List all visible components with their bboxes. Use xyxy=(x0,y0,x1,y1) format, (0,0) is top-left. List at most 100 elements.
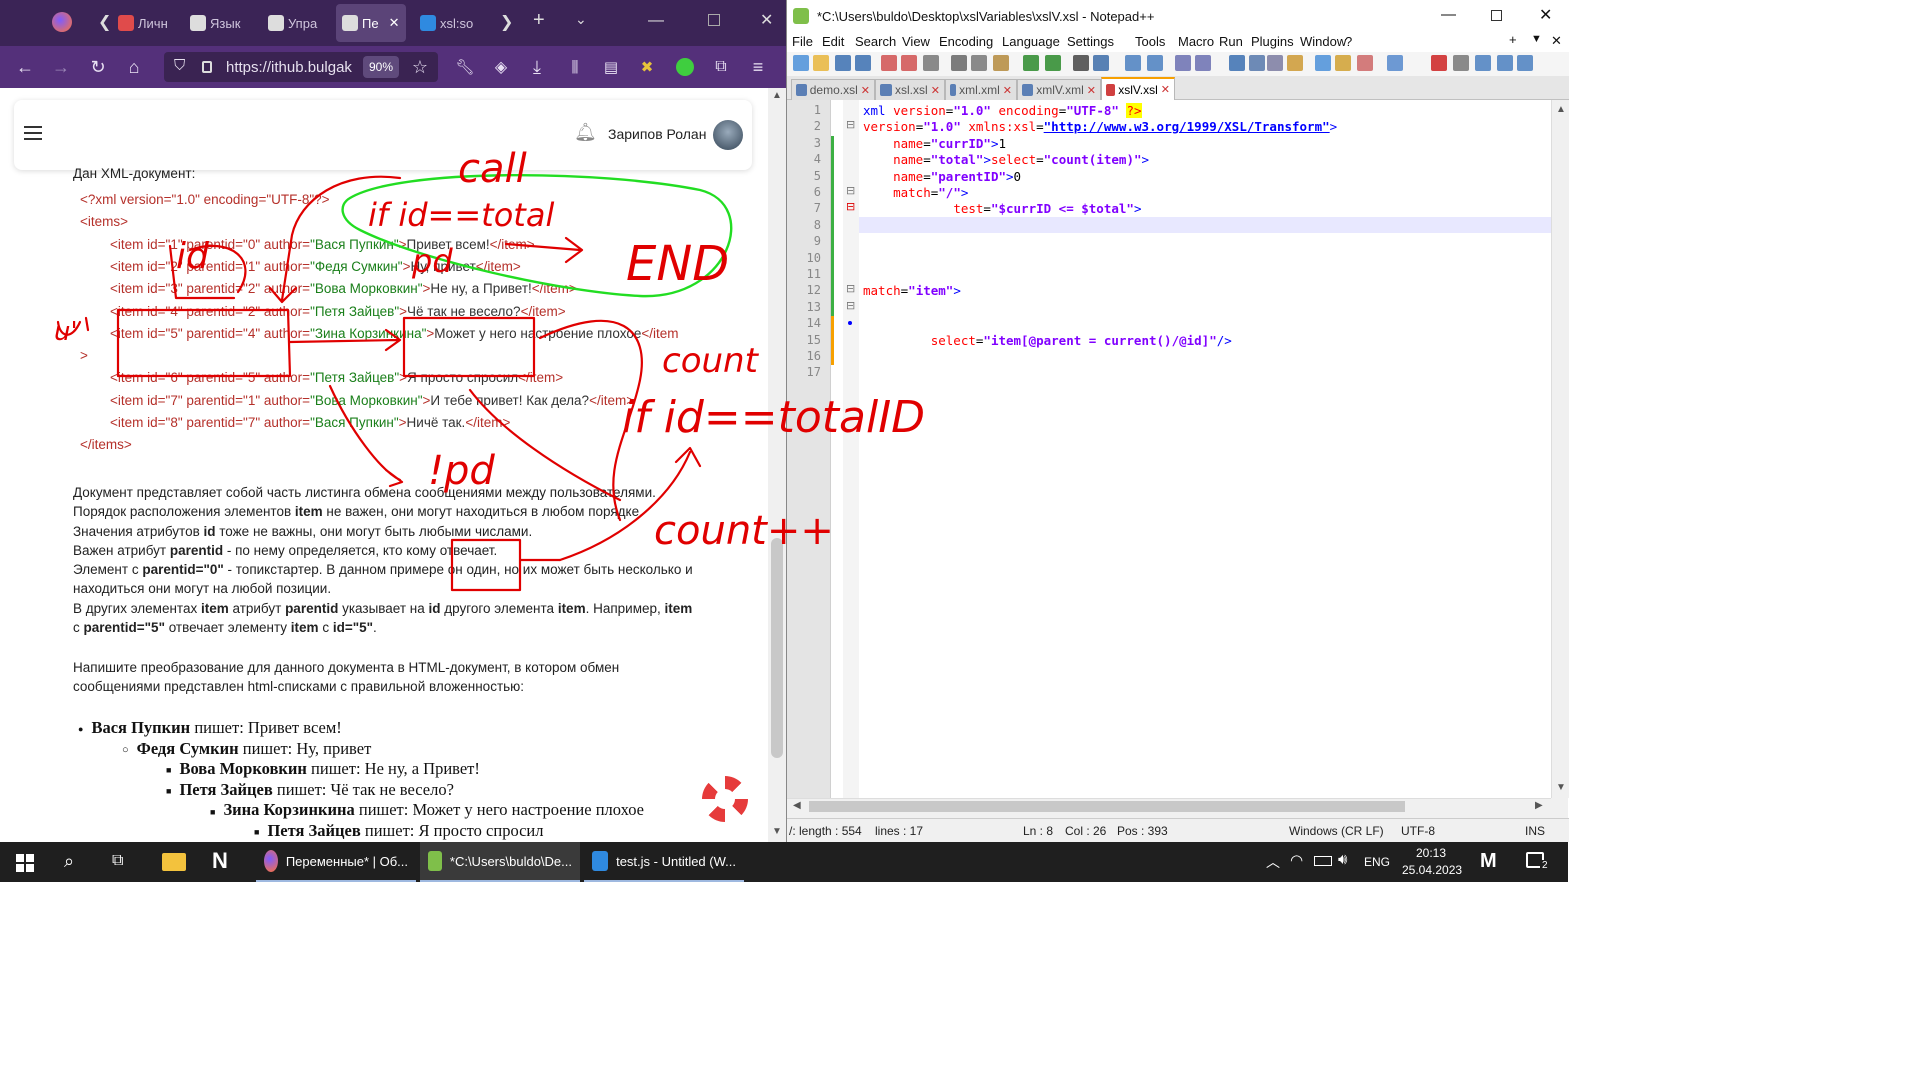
notification-bell-icon[interactable]: 🔔︎ xyxy=(574,122,597,143)
tab-close-icon[interactable]: ✕ xyxy=(861,84,870,97)
avatar[interactable] xyxy=(713,120,743,150)
page-scrollbar[interactable]: ▲ ▼ xyxy=(768,88,786,842)
user-name[interactable]: Зарипов Ролан xyxy=(608,126,706,142)
menu-run[interactable]: Run xyxy=(1219,34,1243,49)
wifi-icon[interactable]: ◠ xyxy=(1290,851,1303,869)
menu-encoding[interactable]: Encoding xyxy=(939,34,993,49)
tab-yazyk[interactable]: Язык xyxy=(184,4,246,42)
volume-icon[interactable]: 🔊︎ xyxy=(1338,851,1347,868)
battery-icon[interactable] xyxy=(1314,856,1332,866)
maximize-icon[interactable] xyxy=(1491,10,1502,21)
file-explorer-icon[interactable] xyxy=(162,853,186,871)
new-file-icon[interactable] xyxy=(793,55,809,71)
extension-icon[interactable]: ✖ xyxy=(634,54,660,80)
play-multi-icon[interactable] xyxy=(1497,55,1513,71)
menu-help[interactable]: ? xyxy=(1345,34,1352,49)
firefox-logo-icon[interactable] xyxy=(52,12,72,32)
close-window-icon[interactable]: ✕ xyxy=(1539,5,1552,25)
menu-file[interactable]: File xyxy=(792,34,813,49)
fold-toggle-icon[interactable]: ⊟ xyxy=(846,282,855,295)
indent-guide-icon[interactable] xyxy=(1267,55,1283,71)
menu-search[interactable]: Search xyxy=(855,34,896,49)
open-file-icon[interactable] xyxy=(813,55,829,71)
fold-toggle-icon[interactable]: ⊟ xyxy=(846,184,855,197)
taskbar-vscode[interactable]: test.js - Untitled (W... xyxy=(584,842,744,882)
extensions-puzzle-icon[interactable]: ⧉ xyxy=(708,54,734,80)
forward-arrow-icon[interactable]: → xyxy=(48,54,74,80)
sync-v-icon[interactable] xyxy=(1175,55,1191,71)
app-menu-icon[interactable]: ≡ xyxy=(745,54,771,80)
udl-icon[interactable] xyxy=(1287,55,1303,71)
undo-icon[interactable] xyxy=(1023,55,1039,71)
app-logo-icon[interactable]: M xyxy=(1480,850,1497,873)
sync-h-icon[interactable] xyxy=(1195,55,1211,71)
tab-close-icon[interactable]: ✕ xyxy=(389,15,400,31)
notion-like-app-icon[interactable]: N xyxy=(212,848,228,874)
scroll-right-arrow-icon[interactable]: ▶ xyxy=(1535,800,1543,811)
tab-xslsort[interactable]: xsl:so xyxy=(414,4,480,42)
menu-tools[interactable]: Tools xyxy=(1135,34,1165,49)
input-language[interactable]: ENG xyxy=(1364,855,1390,869)
taskbar-firefox[interactable]: Переменные* | Об... xyxy=(256,842,416,882)
menu-close-icon[interactable]: ✕ xyxy=(1551,33,1562,49)
scroll-down-arrow-icon[interactable]: ▼ xyxy=(1556,782,1566,793)
menu-add-icon[interactable]: + xyxy=(1509,32,1517,47)
status-encoding[interactable]: UTF-8 xyxy=(1401,824,1435,838)
word-wrap-icon[interactable] xyxy=(1229,55,1245,71)
search-icon[interactable]: ⌕ xyxy=(64,851,74,872)
play-icon[interactable] xyxy=(1475,55,1491,71)
library-icon[interactable]: ⫼ xyxy=(562,54,588,80)
close-icon[interactable] xyxy=(881,55,897,71)
close-all-icon[interactable] xyxy=(901,55,917,71)
task-view-icon[interactable]: ⧉ xyxy=(112,852,123,870)
close-window-icon[interactable]: ✕ xyxy=(760,10,773,30)
home-icon[interactable]: ⌂ xyxy=(121,54,147,80)
replace-icon[interactable] xyxy=(1093,55,1109,71)
scroll-up-arrow-icon[interactable]: ▲ xyxy=(772,90,782,101)
folder-ws-icon[interactable] xyxy=(1357,55,1373,71)
menu-dropdown-icon[interactable]: ▼ xyxy=(1531,33,1542,45)
tab-close-icon[interactable]: ✕ xyxy=(1087,84,1096,97)
horizontal-scroll-thumb[interactable] xyxy=(809,801,1405,812)
doc-tab-xml-xml[interactable]: xml.xml ✕ xyxy=(945,79,1017,100)
menu-language[interactable]: Language xyxy=(1002,34,1060,49)
tracking-shield-icon[interactable]: ⛉ xyxy=(174,57,185,74)
print-icon[interactable] xyxy=(923,55,939,71)
doc-tab-xsl-xsl[interactable]: xsl.xsl ✕ xyxy=(875,79,945,100)
tab-overflow-chevron-icon[interactable]: ⌄ xyxy=(575,11,587,28)
menu-edit[interactable]: Edit xyxy=(822,34,844,49)
hamburger-menu-icon[interactable] xyxy=(24,126,42,140)
tab-list-back-icon[interactable]: ❮ xyxy=(98,12,111,32)
tab-uprav[interactable]: Упра xyxy=(262,4,328,42)
doc-tab-demo-xsl[interactable]: demo.xsl ✕ xyxy=(791,79,875,100)
redo-icon[interactable] xyxy=(1045,55,1061,71)
menu-window[interactable]: Window xyxy=(1300,34,1346,49)
record-icon[interactable] xyxy=(1431,55,1447,71)
minimize-icon[interactable]: — xyxy=(1441,6,1456,23)
stop-icon[interactable] xyxy=(1453,55,1469,71)
func-list-icon[interactable] xyxy=(1335,55,1351,71)
doc-map-icon[interactable] xyxy=(1315,55,1331,71)
code-editor[interactable]: 1 2 3 4 5 6 7 8 9 10 11 12 13 14 15 16 17 ⊟ ⊟ ⊟ ⊟ ⊟ xml vers… xyxy=(787,100,1551,798)
menu-plugins[interactable]: Plugins xyxy=(1251,34,1294,49)
tab-close-icon[interactable]: ✕ xyxy=(1161,83,1170,96)
tab-list-forward-icon[interactable]: ❯ xyxy=(500,12,513,32)
back-arrow-icon[interactable]: ← xyxy=(12,54,38,80)
tab-active[interactable]: Пе ✕ xyxy=(336,4,406,42)
save-macro-icon[interactable] xyxy=(1517,55,1533,71)
menu-settings[interactable]: Settings xyxy=(1067,34,1114,49)
fold-toggle-icon[interactable]: ⊟ xyxy=(846,200,855,213)
bookmark-star-icon[interactable]: ☆ xyxy=(407,54,433,80)
wrench-icon[interactable]: 🔧︎ xyxy=(452,54,478,80)
fold-toggle-icon[interactable]: ⊟ xyxy=(846,299,855,312)
scrollbar-thumb[interactable] xyxy=(771,538,783,758)
maximize-icon[interactable] xyxy=(708,14,720,26)
scroll-left-arrow-icon[interactable]: ◀ xyxy=(793,800,801,811)
tab-close-icon[interactable]: ✕ xyxy=(931,84,940,97)
menu-macro[interactable]: Macro xyxy=(1178,34,1214,49)
new-tab-icon[interactable]: + xyxy=(533,9,545,32)
monitor-icon[interactable] xyxy=(1387,55,1403,71)
show-all-icon[interactable] xyxy=(1249,55,1265,71)
menu-view[interactable]: View xyxy=(902,34,930,49)
windows-start-icon[interactable] xyxy=(16,854,34,872)
